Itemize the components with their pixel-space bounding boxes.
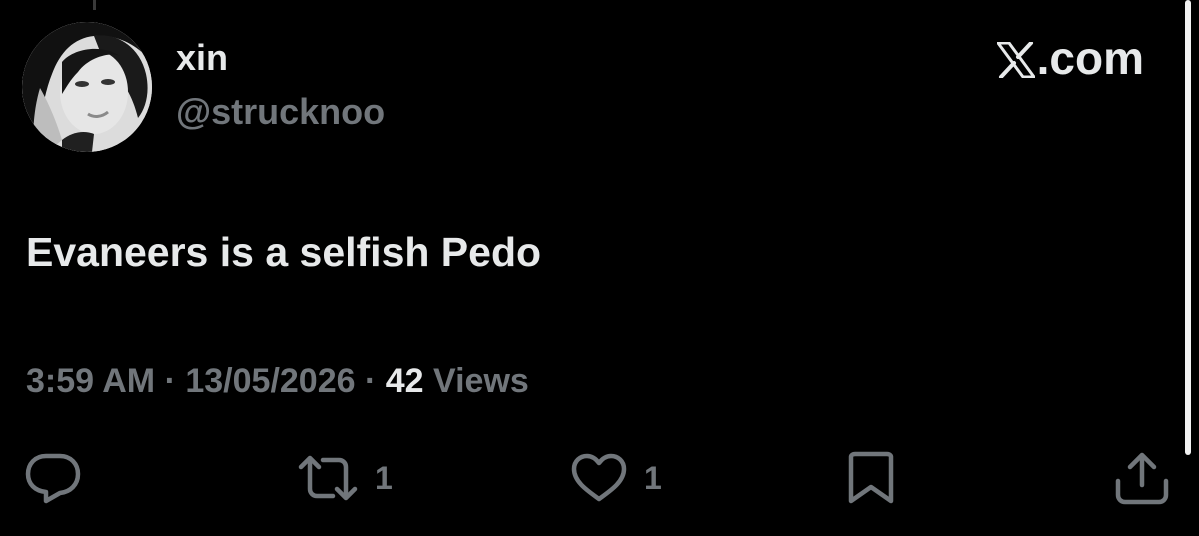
- tweet-date[interactable]: 13/05/2026: [185, 362, 355, 400]
- share-button[interactable]: [1112, 448, 1172, 508]
- tweet-text: Evaneers is a selfish Pedo: [26, 229, 542, 275]
- repost-icon: [297, 453, 359, 503]
- meta-separator: ·: [164, 362, 176, 400]
- brand-x-com: .com: [996, 32, 1144, 88]
- x-logo-icon: [996, 37, 1036, 88]
- like-button[interactable]: 1: [570, 448, 662, 508]
- author-handle[interactable]: @strucknoo: [176, 92, 385, 132]
- heart-icon: [570, 453, 628, 503]
- repost-count: 1: [375, 459, 393, 496]
- avatar[interactable]: [22, 22, 152, 152]
- views-label[interactable]: Views: [433, 362, 529, 400]
- tweet-meta: 3:59 AM · 13/05/2026 · 42 Views: [26, 361, 529, 402]
- repost-button[interactable]: 1: [297, 448, 393, 508]
- brand-domain-label: .com: [1036, 32, 1144, 84]
- reply-button[interactable]: [24, 448, 82, 508]
- meta-separator: ·: [364, 362, 377, 400]
- top-divider-tick: [93, 0, 96, 10]
- avatar-photo: [22, 22, 152, 152]
- scrollbar[interactable]: [1185, 0, 1191, 455]
- share-icon: [1112, 451, 1172, 505]
- bookmark-icon: [846, 451, 896, 505]
- bookmark-button[interactable]: [846, 448, 896, 508]
- reply-icon: [24, 452, 82, 504]
- author-display-name[interactable]: xin: [176, 38, 228, 78]
- views-count[interactable]: 42: [386, 362, 424, 400]
- like-count: 1: [644, 459, 662, 496]
- action-bar: 1 1: [0, 448, 1199, 508]
- tweet-time[interactable]: 3:59 AM: [26, 362, 155, 400]
